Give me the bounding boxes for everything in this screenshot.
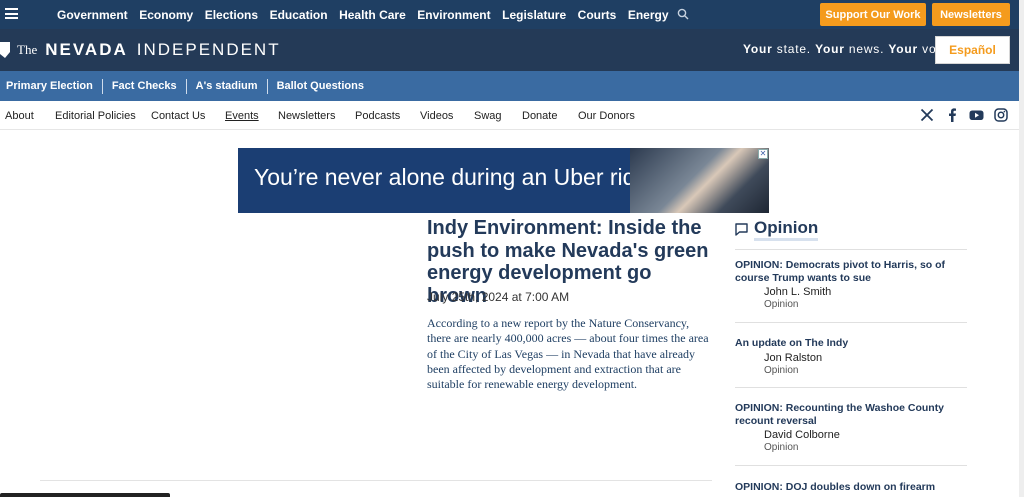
logo-nevada: NEVADA <box>45 40 128 59</box>
tag-fact-checks[interactable]: Fact Checks <box>103 78 187 94</box>
subnav-about[interactable]: About <box>5 110 34 122</box>
tag-primary-election[interactable]: Primary Election <box>0 78 103 94</box>
logo-the: The <box>17 42 38 57</box>
opinion-category[interactable]: Opinion <box>764 299 967 310</box>
nav-education[interactable]: Education <box>270 8 328 22</box>
menu-icon[interactable] <box>5 8 18 19</box>
x-twitter-icon[interactable] <box>920 108 934 122</box>
tagline: Your state. Your news. Your voice. <box>743 42 958 56</box>
tagline-word: Your <box>743 42 773 56</box>
nav-economy[interactable]: Economy <box>139 8 193 22</box>
youtube-icon[interactable] <box>969 108 984 122</box>
subnav-donate[interactable]: Donate <box>522 110 557 122</box>
opinion-author[interactable]: John L. Smith <box>764 286 967 299</box>
nav-courts[interactable]: Courts <box>578 8 617 22</box>
espanol-button[interactable]: Español <box>935 36 1010 64</box>
opinion-category[interactable]: Opinion <box>764 442 967 453</box>
article-excerpt: According to a new report by the Nature … <box>427 316 709 392</box>
tag-ballot-questions[interactable]: Ballot Questions <box>268 79 373 94</box>
tagline-word: state. <box>772 42 816 56</box>
nav-health-care[interactable]: Health Care <box>339 8 406 22</box>
opinion-headline[interactable]: OPINION: Democrats pivot to Harris, so o… <box>735 259 967 284</box>
facebook-icon[interactable] <box>945 108 959 122</box>
subnav-contact-us[interactable]: Contact Us <box>151 110 205 122</box>
opinion-author[interactable]: David Colborne <box>764 429 967 442</box>
subnav-newsletters[interactable]: Newsletters <box>278 110 335 122</box>
tagline-word: Your <box>815 42 845 56</box>
page-scrollbar[interactable] <box>1019 0 1024 497</box>
divider <box>735 465 967 466</box>
search-icon[interactable] <box>677 8 689 20</box>
topic-tag-bar: Primary Election Fact Checks A's stadium… <box>0 71 1019 101</box>
opinion-list-item[interactable]: An update on The Indy Jon Ralston Opinio… <box>735 337 967 376</box>
tagline-word: Your <box>888 42 919 56</box>
opinion-list-item[interactable]: OPINION: Democrats pivot to Harris, so o… <box>735 259 967 310</box>
masthead: The NEVADA INDEPENDENT Your state. Your … <box>0 29 1019 71</box>
nav-legislature[interactable]: Legislature <box>502 8 566 22</box>
opinion-title[interactable]: Opinion <box>754 218 819 241</box>
subnav-editorial-policies[interactable]: Editorial Policies <box>55 110 136 122</box>
opinion-headline[interactable]: An update on The Indy <box>735 337 967 350</box>
subnav-our-donors[interactable]: Our Donors <box>578 110 635 122</box>
divider <box>735 322 967 323</box>
divider <box>40 480 712 481</box>
subnav-podcasts[interactable]: Podcasts <box>355 110 400 122</box>
ad-text: You’re never alone during an Uber ride. <box>254 164 655 190</box>
speech-bubble-icon <box>735 223 748 236</box>
top-navigation-bar: Government Economy Elections Education H… <box>0 0 1019 29</box>
divider <box>735 249 967 250</box>
subnav-events[interactable]: Events <box>225 110 259 122</box>
site-logo[interactable]: The NEVADA INDEPENDENT <box>0 38 281 62</box>
subnav-swag[interactable]: Swag <box>474 110 502 122</box>
article-date: July 25th, 2024 at 7:00 AM <box>427 290 570 304</box>
divider <box>735 387 967 388</box>
nav-energy[interactable]: Energy <box>628 8 669 22</box>
nav-environment[interactable]: Environment <box>417 8 490 22</box>
opinion-category[interactable]: Opinion <box>764 365 967 376</box>
opinion-author[interactable]: Jon Ralston <box>764 352 967 365</box>
opinion-headline[interactable]: OPINION: Recounting the Washoe County re… <box>735 402 967 427</box>
advertisement-banner[interactable]: You’re never alone during an Uber ride. … <box>238 148 769 213</box>
opinion-list-item[interactable]: OPINION: DOJ doubles down on firearm <box>735 481 967 494</box>
bottom-bar-edge <box>0 493 170 497</box>
section-nav: Government Economy Elections Education H… <box>57 0 680 29</box>
instagram-icon[interactable] <box>994 108 1008 122</box>
nevada-state-icon <box>0 42 10 58</box>
ad-close-icon[interactable]: ✕ <box>758 149 768 159</box>
subnav-videos[interactable]: Videos <box>420 110 453 122</box>
opinion-headline[interactable]: OPINION: DOJ doubles down on firearm <box>735 481 967 494</box>
nav-government[interactable]: Government <box>57 8 128 22</box>
nav-elections[interactable]: Elections <box>205 8 258 22</box>
logo-independent: INDEPENDENT <box>136 40 281 59</box>
support-our-work-button[interactable]: Support Our Work <box>820 3 926 26</box>
newsletters-button[interactable]: Newsletters <box>932 3 1010 26</box>
opinion-section-header: Opinion <box>735 218 819 241</box>
tagline-word: news. <box>844 42 889 56</box>
opinion-list-item[interactable]: OPINION: Recounting the Washoe County re… <box>735 402 967 453</box>
tag-as-stadium[interactable]: A's stadium <box>187 78 268 94</box>
ad-image <box>630 148 769 213</box>
secondary-nav: About Editorial Policies Contact Us Even… <box>0 101 1019 130</box>
